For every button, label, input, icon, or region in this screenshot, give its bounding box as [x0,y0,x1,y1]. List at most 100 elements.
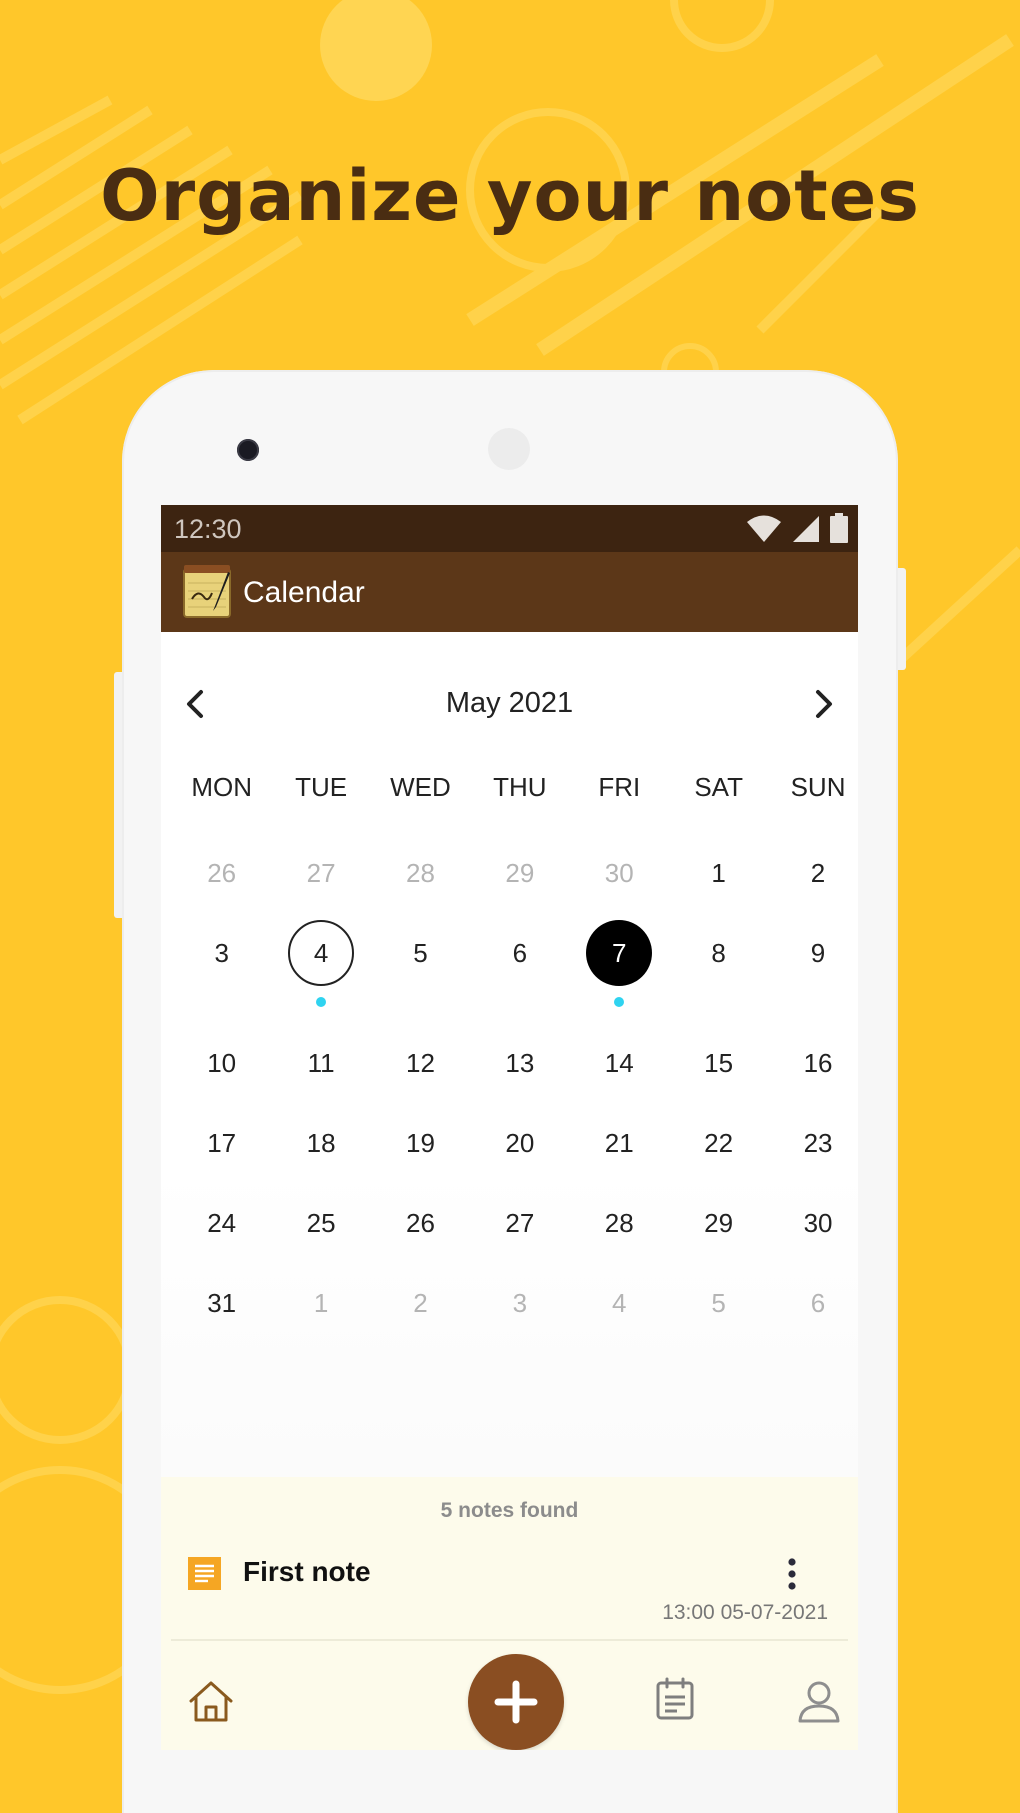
profile-icon[interactable] [797,1679,841,1723]
calendar-day[interactable]: 5 [669,1262,768,1342]
day-number: 30 [604,858,634,888]
day-number: 6 [810,1288,826,1318]
calendar-day[interactable]: 18 [271,1102,370,1182]
calendar-day[interactable]: 28 [570,1182,669,1262]
calendar-day[interactable]: 2 [371,1262,470,1342]
calendar-day-today[interactable]: 4 [271,912,370,1007]
calendar-day[interactable]: 9 [768,912,858,992]
calendar-day[interactable]: 21 [570,1102,669,1182]
day-number: 22 [704,1128,734,1158]
weekday-label: FRI [598,772,641,802]
calendar-week: 10 11 12 13 14 15 16 [172,1022,858,1102]
event-dot [614,997,625,1007]
app-title: Calendar [243,576,365,609]
calendar-day[interactable]: 12 [371,1022,470,1102]
calendar-day[interactable]: 23 [768,1102,858,1182]
calendar-day[interactable]: 5 [371,912,470,992]
month-navigation: May 2021 [161,680,858,730]
day-number: 12 [406,1048,435,1078]
day-number: 29 [704,1208,734,1238]
day-number: 4 [612,1288,627,1318]
calendar-day[interactable]: 6 [768,1262,858,1342]
day-number: 27 [505,1208,535,1238]
weekday-label: SUN [790,772,846,802]
calendar-day[interactable]: 29 [669,1182,768,1262]
headline: Organize your notes [100,155,920,237]
phone-camera [237,439,259,461]
day-number: 30 [803,1208,833,1238]
signal-icon [793,516,819,542]
calendar-day[interactable]: 30 [768,1182,858,1262]
calendar-day[interactable]: 4 [570,1262,669,1342]
notes-count: 5 notes found [440,1499,579,1522]
calendar-day[interactable]: 1 [271,1262,370,1342]
note-title: First note [243,1556,371,1587]
calendar-day[interactable]: 11 [271,1022,370,1102]
phone-screen: 12:30 Calendar May 2021 MON TUE WED THU … [161,505,858,1750]
calendar-day-selected[interactable]: 7 [570,912,669,1007]
weekday-label: THU [493,772,547,802]
day-number: 2 [413,1288,428,1318]
calendar-week: 3 4 5 6 7 8 9 [172,912,858,1007]
note-item[interactable]: First note 13:00 05-07-2021 [161,1543,858,1643]
calendar-day[interactable]: 26 [172,832,271,912]
calendar-day[interactable]: 28 [371,832,470,912]
day-number: 5 [711,1288,726,1318]
note-list-icon [188,1557,221,1590]
calendar-day[interactable]: 30 [570,832,669,912]
calendar-day[interactable]: 17 [172,1102,271,1182]
calendar-day[interactable]: 27 [271,832,370,912]
status-time: 12:30 [174,514,242,544]
calendar-day[interactable]: 2 [768,832,858,912]
day-number: 23 [803,1128,833,1158]
calendar-week: 31 1 2 3 4 5 6 [172,1262,858,1342]
notepad-pen-icon [183,565,231,618]
phone-sensor [488,428,530,470]
day-number: 17 [207,1128,237,1158]
day-number: 27 [306,858,336,888]
day-number: 28 [406,858,435,888]
calendar-day[interactable]: 19 [371,1102,470,1182]
add-note-button[interactable] [468,1654,564,1750]
wifi-icon [747,515,781,542]
chevron-right-icon[interactable] [806,684,842,724]
bottom-navigation [161,1645,858,1750]
calendar-day[interactable]: 16 [768,1022,858,1102]
home-icon[interactable] [187,1679,235,1723]
calendar-day[interactable]: 27 [470,1182,569,1262]
day-number: 26 [406,1208,435,1238]
day-number: 1 [711,858,726,888]
calendar-day[interactable]: 3 [470,1262,569,1342]
calendar-day[interactable]: 24 [172,1182,271,1262]
calendar-day[interactable]: 10 [172,1022,271,1102]
day-number: 29 [505,858,535,888]
calendar-notes-icon[interactable] [655,1677,695,1721]
day-number: 26 [207,858,237,888]
calendar-day[interactable]: 25 [271,1182,370,1262]
more-vertical-icon[interactable] [777,1555,807,1595]
calendar-day[interactable]: 15 [669,1022,768,1102]
calendar-day[interactable]: 13 [470,1022,569,1102]
calendar-day[interactable]: 20 [470,1102,569,1182]
calendar-day[interactable]: 22 [669,1102,768,1182]
day-number: 10 [207,1048,237,1078]
note-date: 13:00 05-07-2021 [662,1601,828,1624]
calendar-day[interactable]: 14 [570,1022,669,1102]
calendar: May 2021 MON TUE WED THU FRI SAT SUN 26 27 28 29 3… [161,632,858,1604]
day-number: 20 [505,1128,535,1158]
calendar-day[interactable]: 1 [669,832,768,912]
calendar-day[interactable]: 26 [371,1182,470,1262]
day-number: 7 [586,920,653,986]
day-number: 25 [306,1208,336,1238]
calendar-day[interactable]: 6 [470,912,569,992]
month-title: May 2021 [445,687,574,719]
day-number: 6 [512,938,528,968]
calendar-day[interactable]: 29 [470,832,569,912]
day-number: 9 [810,938,826,968]
divider [171,1639,848,1641]
calendar-day[interactable]: 8 [669,912,768,992]
day-number: 24 [207,1208,237,1238]
calendar-day[interactable]: 31 [172,1262,271,1342]
day-number: 16 [803,1048,833,1078]
calendar-day[interactable]: 3 [172,912,271,992]
